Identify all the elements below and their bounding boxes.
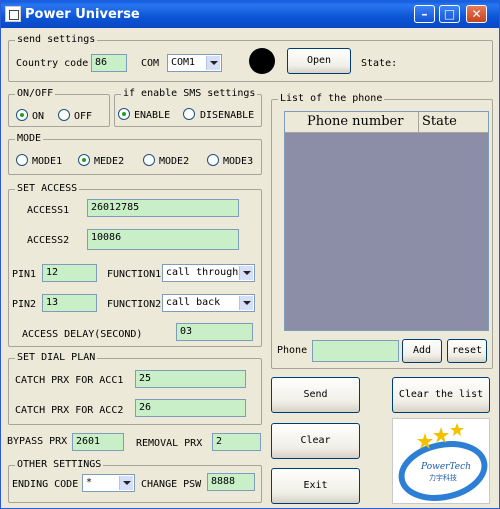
bypass-label: BYPASS PRX [7,436,68,447]
chevron-down-icon[interactable] [239,296,253,310]
phone-input[interactable] [312,340,399,362]
ending-code-value: * [86,477,93,488]
logo-text: PowerTech [420,462,471,472]
send-settings-legend: send settings [15,34,98,45]
close-icon[interactable]: ✕ [466,5,487,23]
com-select[interactable]: COM1 [167,54,222,72]
dial-plan-legend: SET DIAL PLAN [15,352,98,363]
mode4-label: MODE3 [223,156,254,167]
mode-legend: MODE [15,133,44,144]
mode4-radio[interactable] [207,154,219,166]
ending-code-label: ENDING CODE [12,479,79,490]
connection-status-indicator [249,48,275,74]
com-label: COM [141,58,160,69]
on-radio[interactable] [16,109,28,121]
enable-radio-label: ENABLE [134,110,171,121]
clear-list-button[interactable]: Clear the list [392,377,490,413]
exit-button[interactable]: Exit [271,468,360,504]
phone-list-header: Phone number State [285,112,488,133]
maximize-icon[interactable]: □ [439,5,460,23]
mode1-label: MODE1 [32,156,63,167]
set-access-legend: SET ACCESS [15,183,80,194]
function2-select[interactable]: call back [162,294,255,312]
onoff-legend: ON/OFF [15,88,56,99]
acc2-prefix-label: CATCH PRX FOR ACC2 [15,405,124,416]
mode2-label: MEDE2 [94,156,125,167]
logo-text-cn: 力宇科技 [429,473,457,482]
pin1-label: PIN1 [12,269,37,280]
removal-label: REMOVAL PRX [136,438,203,449]
send-button[interactable]: Send [271,377,360,413]
disable-radio-label: DISENABLE [200,110,255,121]
change-psw-label: CHANGE PSW [141,479,202,490]
clear-button[interactable]: Clear [271,423,360,459]
mode3-label: MODE2 [159,156,190,167]
bypass-field[interactable]: 2601 [72,433,124,451]
column-phone-number[interactable]: Phone number [285,112,419,133]
main-window: Power Universe – □ ✕ send settings Count… [0,0,500,509]
com-select-value: COM1 [171,57,196,68]
phone-list[interactable]: Phone number State [284,111,489,331]
chevron-down-icon[interactable] [206,56,220,70]
acc2-prefix-field[interactable]: 26 [135,399,246,417]
phone-list-legend: List of the phone [278,93,385,104]
column-state[interactable]: State [419,112,488,133]
mode2-radio[interactable] [78,154,90,166]
change-psw-field[interactable]: 8888 [207,473,255,491]
off-radio-label: OFF [74,111,93,122]
minimize-icon[interactable]: – [414,5,435,23]
removal-field[interactable]: 2 [212,433,261,451]
function1-select[interactable]: call through [162,264,255,282]
access-delay-field[interactable]: 03 [176,323,253,341]
logo-graphic: PowerTech 力宇科技 [398,423,488,501]
chevron-down-icon[interactable] [239,266,253,280]
open-button[interactable]: Open [287,48,351,74]
country-code-field[interactable]: 86 [91,54,127,72]
acc1-prefix-label: CATCH PRX FOR ACC1 [15,375,124,386]
app-icon [5,6,21,22]
function2-label: FUNCTION2 [107,299,162,310]
pin1-field[interactable]: 12 [42,264,97,282]
state-label: State: [361,58,398,69]
powertech-logo: PowerTech 力宇科技 [392,418,490,504]
window-title: Power Universe [25,7,140,22]
enable-radio[interactable] [118,108,130,120]
on-radio-label: ON [32,111,45,122]
other-settings-legend: OTHER SETTINGS [15,459,104,470]
pin2-field[interactable]: 13 [42,294,97,312]
pin2-label: PIN2 [12,299,37,310]
ending-code-select[interactable]: * [82,474,135,492]
add-button[interactable]: Add [402,339,442,363]
mode1-radio[interactable] [16,154,28,166]
sms-legend: if enable SMS settings [121,88,258,99]
disable-radio[interactable] [183,108,195,120]
access1-label: ACCESS1 [27,205,70,216]
access2-field[interactable]: 10086 [87,229,239,250]
access2-label: ACCESS2 [27,235,70,246]
country-code-label: Country code [16,58,89,69]
phone-label: Phone [277,345,308,356]
mode3-radio[interactable] [143,154,155,166]
function1-value: call through [166,267,239,278]
off-radio[interactable] [58,109,70,121]
acc1-prefix-field[interactable]: 25 [135,370,246,388]
access-delay-label: ACCESS DELAY(SECOND) [22,329,143,340]
title-bar[interactable]: Power Universe – □ ✕ [1,1,499,28]
chevron-down-icon[interactable] [119,476,133,490]
function2-value: call back [166,297,221,308]
reset-button[interactable]: reset [447,339,487,363]
access1-field[interactable]: 26012785 [87,199,239,217]
function1-label: FUNCTION1 [107,269,162,280]
